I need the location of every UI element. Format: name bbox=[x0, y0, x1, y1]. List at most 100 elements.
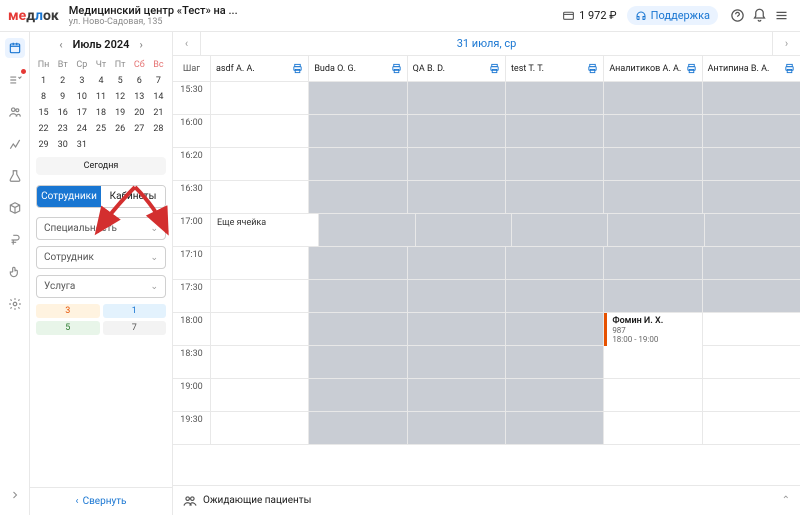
cal-day[interactable]: 31 bbox=[72, 137, 91, 153]
resource-column-header[interactable]: Аналитиков А. А. bbox=[604, 56, 702, 81]
schedule-cell[interactable] bbox=[211, 181, 309, 213]
cal-prev-icon[interactable]: ‹ bbox=[55, 38, 66, 51]
schedule-cell[interactable] bbox=[506, 148, 604, 180]
cal-day[interactable]: 11 bbox=[91, 89, 110, 105]
schedule-cell[interactable] bbox=[703, 115, 800, 147]
schedule-cell[interactable] bbox=[408, 148, 506, 180]
schedule-cell[interactable] bbox=[408, 247, 506, 279]
resource-column-header[interactable]: Антипина В. А. bbox=[703, 56, 800, 81]
schedule-cell[interactable] bbox=[211, 412, 309, 444]
cal-day[interactable]: 10 bbox=[72, 89, 91, 105]
schedule-cell[interactable] bbox=[703, 379, 800, 411]
cal-day[interactable]: 14 bbox=[149, 89, 168, 105]
schedule-cell[interactable] bbox=[309, 280, 407, 312]
schedule-cell[interactable] bbox=[309, 181, 407, 213]
rail-tasks-icon[interactable] bbox=[5, 70, 25, 90]
schedule-cell[interactable] bbox=[309, 82, 407, 114]
schedule-cell[interactable] bbox=[211, 82, 309, 114]
print-icon[interactable] bbox=[292, 63, 303, 74]
rail-lab-icon[interactable] bbox=[5, 166, 25, 186]
print-icon[interactable] bbox=[391, 63, 402, 74]
schedule-cell[interactable] bbox=[604, 346, 702, 378]
schedule-cell[interactable] bbox=[506, 115, 604, 147]
cal-day[interactable]: 1 bbox=[34, 73, 53, 89]
resource-column-header[interactable]: QA B. D. bbox=[408, 56, 506, 81]
schedule-cell[interactable] bbox=[211, 379, 309, 411]
schedule-cell[interactable] bbox=[309, 346, 407, 378]
schedule-cell[interactable]: Еще ячейка bbox=[211, 214, 319, 246]
cal-day[interactable]: 3 bbox=[72, 73, 91, 89]
schedule-cell[interactable] bbox=[211, 313, 309, 345]
schedule-cell[interactable] bbox=[211, 346, 309, 378]
schedule-cell[interactable] bbox=[211, 148, 309, 180]
schedule-cell[interactable] bbox=[506, 181, 604, 213]
chip-3[interactable]: 3 bbox=[36, 304, 100, 318]
schedule-cell[interactable] bbox=[703, 181, 800, 213]
service-select[interactable]: Услуга⌄ bbox=[36, 275, 166, 298]
rail-hand-icon[interactable] bbox=[5, 262, 25, 282]
schedule-cell[interactable] bbox=[604, 181, 702, 213]
rail-stats-icon[interactable] bbox=[5, 134, 25, 154]
chip-1[interactable]: 1 bbox=[103, 304, 167, 318]
schedule-cell[interactable] bbox=[506, 247, 604, 279]
schedule-cell[interactable] bbox=[408, 379, 506, 411]
resource-column-header[interactable]: asdf A. A. bbox=[211, 56, 309, 81]
cal-day[interactable]: 15 bbox=[34, 105, 53, 121]
cal-day[interactable]: 20 bbox=[130, 105, 149, 121]
rail-expand-icon[interactable] bbox=[5, 485, 25, 505]
schedule-cell[interactable] bbox=[604, 82, 702, 114]
schedule-cell[interactable] bbox=[309, 115, 407, 147]
rail-calendar-icon[interactable] bbox=[5, 38, 25, 58]
rail-box-icon[interactable] bbox=[5, 198, 25, 218]
schedule-cell[interactable] bbox=[309, 148, 407, 180]
cal-day[interactable]: 8 bbox=[34, 89, 53, 105]
chip-5[interactable]: 5 bbox=[36, 321, 100, 335]
schedule-cell[interactable] bbox=[506, 313, 604, 345]
schedule-cell[interactable] bbox=[506, 346, 604, 378]
support-button[interactable]: Поддержка bbox=[627, 6, 718, 25]
schedule-cell[interactable] bbox=[408, 313, 506, 345]
schedule-cell[interactable] bbox=[703, 247, 800, 279]
schedule-cell[interactable] bbox=[703, 412, 800, 444]
schedule-cell[interactable] bbox=[211, 115, 309, 147]
cal-day[interactable]: 30 bbox=[53, 137, 72, 153]
schedule-cell[interactable] bbox=[408, 412, 506, 444]
collapse-button[interactable]: ‹ Свернуть bbox=[30, 487, 172, 515]
chip-7[interactable]: 7 bbox=[103, 321, 167, 335]
schedule-cell[interactable]: Фомин И. Х.98718:00 - 19:00🕐 bbox=[604, 313, 702, 345]
schedule-cell[interactable] bbox=[309, 412, 407, 444]
cal-day[interactable]: 25 bbox=[91, 121, 110, 137]
schedule-cell[interactable] bbox=[604, 379, 702, 411]
cal-day[interactable]: 22 bbox=[34, 121, 53, 137]
schedule-cell[interactable] bbox=[211, 280, 309, 312]
help-icon[interactable] bbox=[726, 5, 748, 27]
cal-day[interactable]: 5 bbox=[111, 73, 130, 89]
cal-day[interactable]: 17 bbox=[72, 105, 91, 121]
cal-day[interactable]: 24 bbox=[72, 121, 91, 137]
resource-column-header[interactable]: test T. T. bbox=[506, 56, 604, 81]
menu-icon[interactable] bbox=[770, 5, 792, 27]
cal-day[interactable]: 9 bbox=[53, 89, 72, 105]
schedule-cell[interactable] bbox=[703, 82, 800, 114]
schedule-cell[interactable] bbox=[309, 247, 407, 279]
schedule-cell[interactable] bbox=[309, 379, 407, 411]
schedule-cell[interactable] bbox=[408, 280, 506, 312]
schedule-cell[interactable] bbox=[604, 247, 702, 279]
schedule-cell[interactable] bbox=[608, 214, 704, 246]
cal-day[interactable]: 7 bbox=[149, 73, 168, 89]
resource-column-header[interactable]: Buda O. G. bbox=[309, 56, 407, 81]
schedule-cell[interactable] bbox=[416, 214, 512, 246]
schedule-cell[interactable] bbox=[703, 313, 800, 345]
cal-day[interactable]: 16 bbox=[53, 105, 72, 121]
date-next-icon[interactable]: › bbox=[772, 32, 800, 55]
waiting-patients-bar[interactable]: Ожидающие пациенты ⌃ bbox=[173, 485, 800, 515]
clinic-selector[interactable]: Медицинский центр «Тест» на ... ул. Ново… bbox=[69, 4, 238, 28]
schedule-cell[interactable] bbox=[309, 313, 407, 345]
schedule-cell[interactable] bbox=[703, 148, 800, 180]
cal-day[interactable]: 28 bbox=[149, 121, 168, 137]
schedule-cell[interactable] bbox=[512, 214, 608, 246]
print-icon[interactable] bbox=[489, 63, 500, 74]
schedule-cell[interactable] bbox=[506, 280, 604, 312]
schedule-cell[interactable] bbox=[604, 412, 702, 444]
cal-day[interactable]: 2 bbox=[53, 73, 72, 89]
